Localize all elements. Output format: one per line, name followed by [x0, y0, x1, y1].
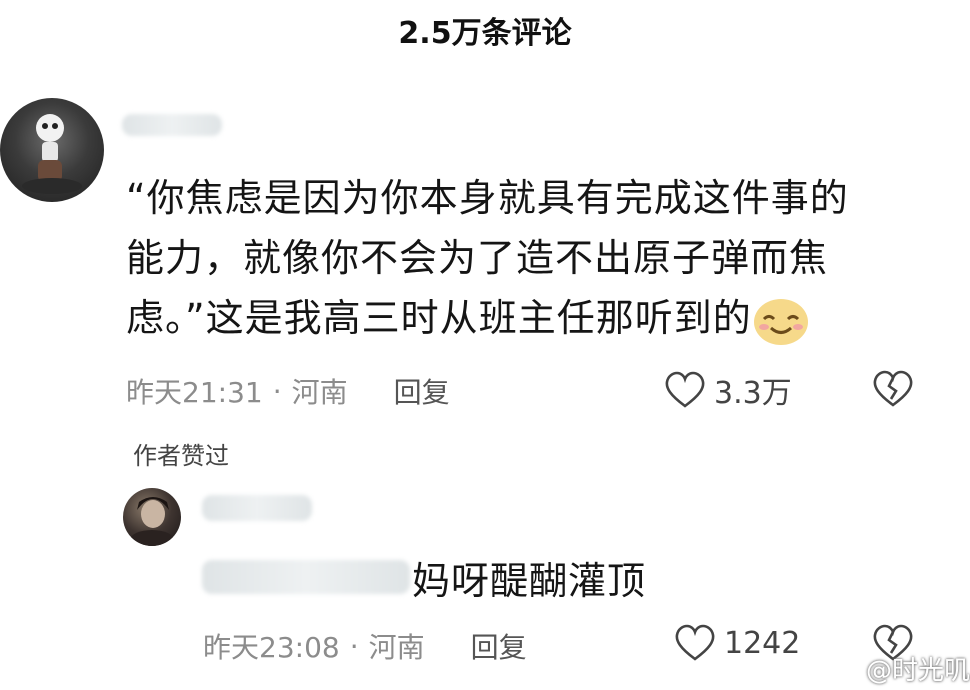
like-count: 3.3万 [714, 376, 792, 411]
comment-like[interactable]: 3.3万 [664, 368, 792, 412]
commenter-avatar[interactable] [0, 98, 104, 202]
reply-button[interactable]: 回复 [394, 371, 450, 411]
comment-line: 虑。”这是我高三时从班主任那听到的 [126, 288, 916, 348]
reply-meta: 昨天23:08 · 河南 回复 [203, 626, 527, 666]
separator-dot: · [349, 629, 359, 663]
heart-icon[interactable] [674, 624, 716, 662]
weibo-logo-icon [830, 656, 860, 682]
smiling-face-icon [752, 295, 810, 347]
commenter-name-blurred[interactable] [122, 114, 222, 136]
avatar-figure-icon [22, 114, 82, 194]
comment-line-text: 虑。”这是我高三时从班主任那听到的 [126, 296, 752, 340]
watermark: @时光叽 [830, 650, 970, 687]
dislike-broken-heart-icon[interactable] [872, 370, 914, 408]
replier-avatar[interactable] [123, 488, 181, 546]
comment-body: “你焦虑是因为你本身就具有完成这件事的 能力，就像你不会为了造不出原子弹而焦 虑… [126, 168, 916, 348]
comment-line: 能力，就像你不会为了造不出原子弹而焦 [126, 236, 829, 280]
comment-time: 昨天21:31 [126, 376, 263, 409]
like-count: 1242 [724, 625, 801, 661]
replier-name-blurred[interactable] [202, 495, 312, 521]
reply-body: 妈呀醍醐灌顶 [412, 559, 647, 603]
comment-location: 河南 [291, 376, 348, 409]
reply-time: 昨天23:08 [203, 631, 340, 664]
page-title: 2.5万条评论 [398, 16, 572, 51]
reply-button[interactable]: 回复 [471, 626, 527, 666]
comment-line: “你焦虑是因为你本身就具有完成这件事的 [126, 176, 849, 220]
reply-location: 河南 [368, 631, 425, 664]
watermark-text: @时光叽 [866, 656, 970, 686]
reply-target-blurred [202, 560, 410, 594]
heart-icon[interactable] [664, 371, 706, 409]
reply-like[interactable]: 1242 [674, 624, 800, 662]
author-liked-badge: 作者赞过 [133, 442, 229, 470]
separator-dot: · [272, 374, 282, 408]
comment-meta: 昨天21:31 · 河南 回复 [126, 371, 450, 411]
avatar-portrait-icon [130, 497, 174, 546]
